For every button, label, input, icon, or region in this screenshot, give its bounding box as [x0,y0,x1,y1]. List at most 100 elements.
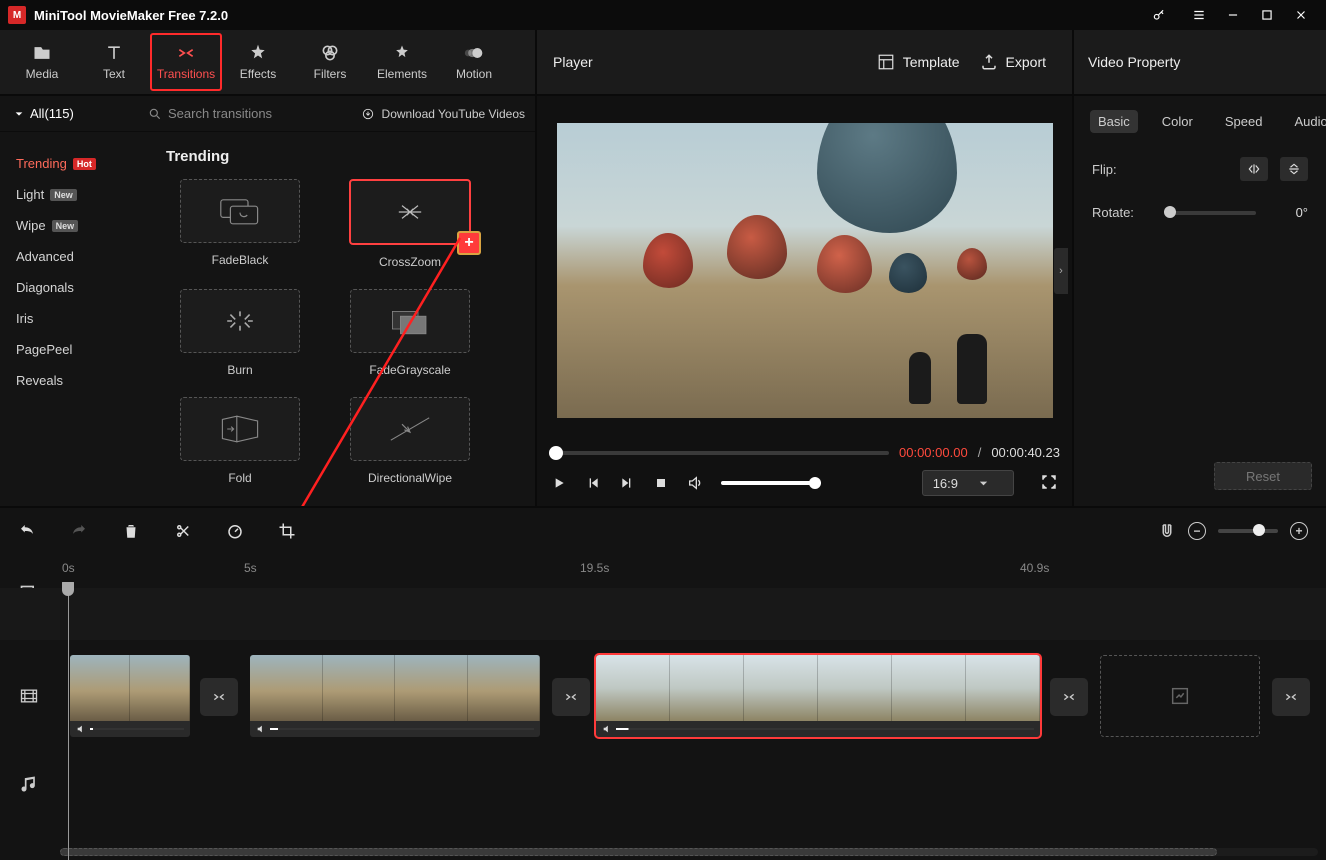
split-button[interactable] [174,522,192,540]
transition-slot[interactable] [1050,678,1088,716]
zoom-slider[interactable] [1218,529,1278,533]
prop-tab-speed[interactable]: Speed [1217,110,1271,133]
volume-icon[interactable] [687,475,703,491]
app-logo-icon: M [8,6,26,24]
ruler-tick: 19.5s [580,561,609,575]
prop-tab-color[interactable]: Color [1154,110,1201,133]
title-bar: M MiniTool MovieMaker Free 7.2.0 [0,0,1326,30]
category-item[interactable]: Diagonals [0,272,150,303]
transition-card[interactable]: Burn [160,289,320,377]
timeline-scrollbar[interactable] [60,848,1318,856]
timeline-clip[interactable] [70,655,190,737]
category-item[interactable]: WipeNew [0,210,150,241]
key-icon[interactable] [1142,0,1176,30]
transition-slot[interactable] [552,678,590,716]
transition-card[interactable]: +CrossZoom [330,179,490,269]
timeline-clip[interactable] [596,655,1040,737]
aspect-ratio-select[interactable]: 16:9 [922,470,1014,496]
transition-name: Burn [227,363,252,377]
property-panel: Basic Color Speed Audio Flip: Rotate: 0°… [1072,96,1326,506]
flip-horizontal-button[interactable] [1240,157,1268,181]
tab-label: Motion [456,67,492,81]
undo-button[interactable] [18,522,36,540]
zoom-in-button[interactable]: + [1290,522,1308,540]
fullscreen-button[interactable] [1040,473,1058,494]
category-all-label: All(115) [30,106,74,121]
search-placeholder: Search transitions [168,106,272,121]
tab-text[interactable]: Text [78,33,150,91]
crop-button[interactable] [278,522,296,540]
minimize-button[interactable] [1216,0,1250,30]
flip-vertical-button[interactable] [1280,157,1308,181]
stop-button[interactable] [653,475,669,491]
category-item[interactable]: Reveals [0,365,150,396]
playhead[interactable] [68,582,69,860]
add-transition-icon[interactable]: + [457,231,481,255]
expand-handle-icon[interactable]: › [1054,248,1068,294]
music-track-icon [0,762,58,806]
timeline-ruler[interactable]: 0s 5s 19.5s 40.9s [0,554,1326,582]
section-title: Trending [166,148,525,165]
category-all-toggle[interactable]: All(115) [0,106,148,121]
reset-button[interactable]: Reset [1214,462,1312,490]
video-preview[interactable] [557,123,1053,418]
tab-label: Filters [314,67,347,81]
rotate-value: 0° [1268,205,1308,220]
tab-filters[interactable]: Filters [294,33,366,91]
download-youtube-link[interactable]: Download YouTube Videos [360,107,535,121]
timeline-clip[interactable] [250,655,540,737]
prop-tab-basic[interactable]: Basic [1090,110,1138,133]
play-button[interactable] [551,475,567,491]
transition-slot[interactable] [1272,678,1310,716]
speed-button[interactable] [226,522,244,540]
transition-card[interactable]: FadeGrayscale [330,289,490,377]
video-track-icon [0,652,58,740]
ruler-tick: 5s [244,561,257,575]
rotate-slider[interactable] [1164,211,1256,215]
category-item[interactable]: LightNew [0,179,150,210]
timeline-panel: − + 0s 5s 19.5s 40.9s [0,506,1326,860]
template-button[interactable]: Template [867,53,970,71]
delete-button[interactable] [122,522,140,540]
snap-icon[interactable] [1158,522,1176,540]
flip-label: Flip: [1092,162,1152,177]
duration: 00:00:40.23 [991,445,1060,460]
transitions-panel: All(115) Search transitions Download You… [0,96,535,506]
rotate-label: Rotate: [1092,205,1152,220]
tab-media[interactable]: Media [6,33,78,91]
current-time: 00:00:00.00 [899,445,968,460]
tab-label: Transitions [157,67,215,81]
category-item[interactable]: PagePeel [0,334,150,365]
tab-elements[interactable]: Elements [366,33,438,91]
search-input[interactable]: Search transitions [148,106,352,121]
tab-effects[interactable]: Effects [222,33,294,91]
zoom-out-button[interactable]: − [1188,522,1206,540]
tab-label: Text [103,67,125,81]
category-item[interactable]: Advanced [0,241,150,272]
next-frame-button[interactable] [619,475,635,491]
transition-slot[interactable] [200,678,238,716]
tab-motion[interactable]: Motion [438,33,510,91]
app-title: MiniTool MovieMaker Free 7.2.0 [34,8,1142,23]
main-toolbar: Media Text Transitions Effects Filters E… [0,30,1326,96]
volume-slider[interactable] [721,481,821,485]
maximize-button[interactable] [1250,0,1284,30]
add-clip-placeholder[interactable] [1100,655,1260,737]
category-item[interactable]: Iris [0,303,150,334]
player-panel: › 00:00:00.00 / 00:00:40.23 16:9 [535,96,1072,506]
category-item[interactable]: TrendingHot [0,148,150,179]
tab-transitions[interactable]: Transitions [150,33,222,91]
ratio-value: 16:9 [933,476,958,491]
player-title: Player [553,54,593,70]
menu-icon[interactable] [1182,0,1216,30]
transition-card[interactable]: FadeBlack [160,179,320,269]
prop-tab-audio[interactable]: Audio [1286,110,1326,133]
scrub-slider[interactable] [549,451,889,455]
redo-button[interactable] [70,522,88,540]
transition-card[interactable]: DirectionalWipe [330,397,490,485]
export-button[interactable]: Export [970,53,1056,71]
prev-frame-button[interactable] [585,475,601,491]
close-button[interactable] [1284,0,1318,30]
category-list: TrendingHotLightNewWipeNewAdvancedDiagon… [0,132,150,506]
transition-card[interactable]: Fold [160,397,320,485]
